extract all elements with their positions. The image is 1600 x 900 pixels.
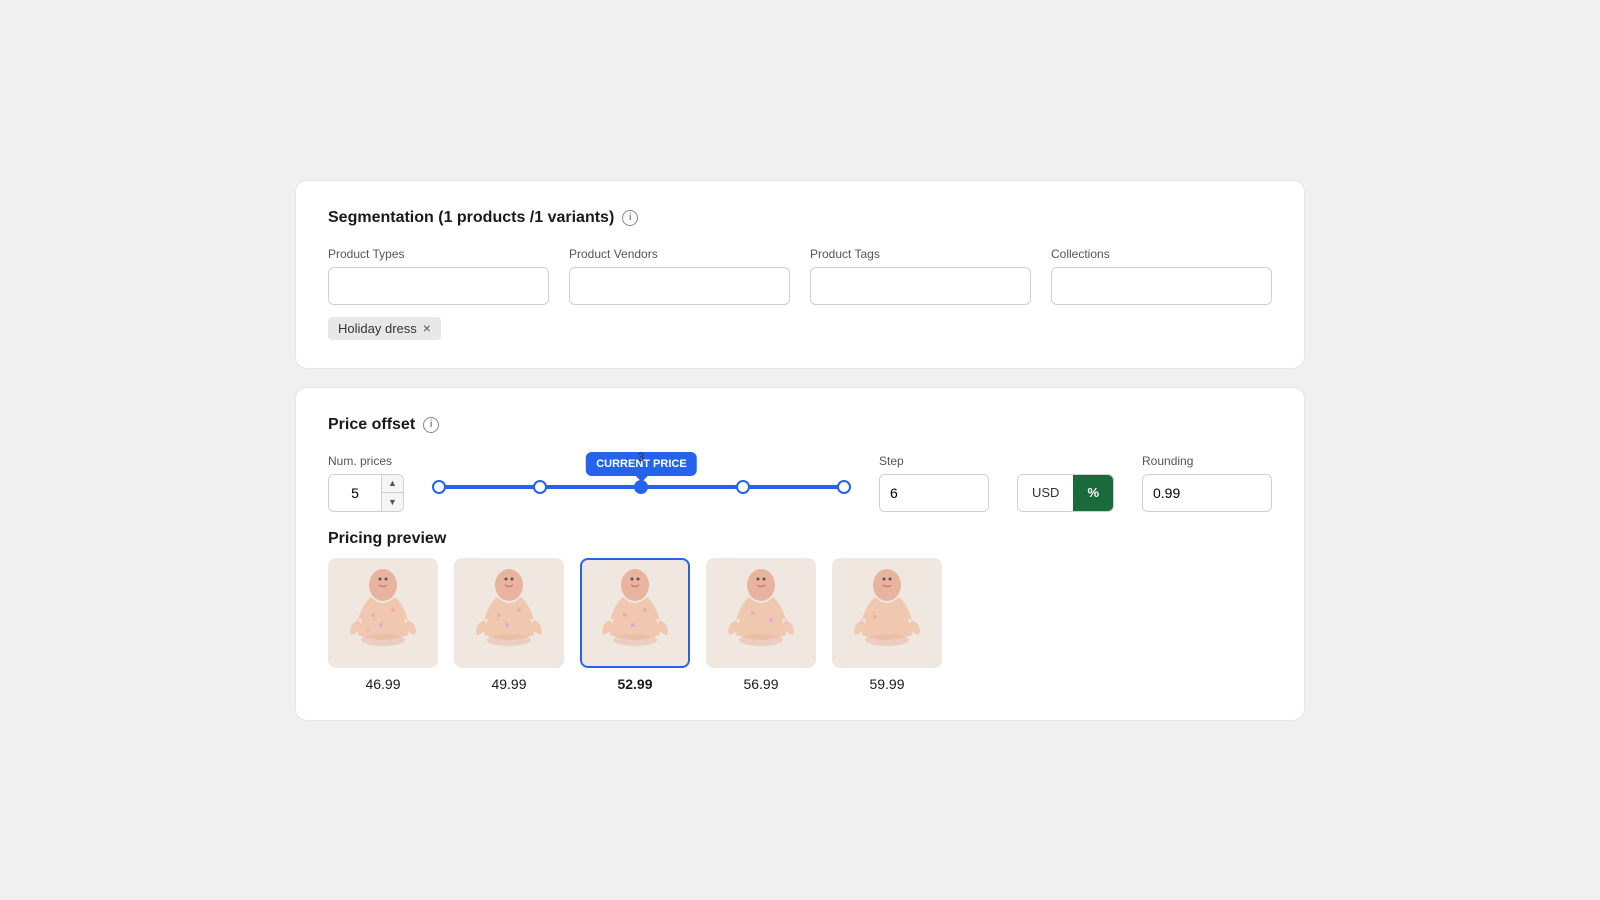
price-offset-content: Num. prices ▲ ▼ [328, 454, 1272, 692]
product-types-input[interactable] [328, 267, 549, 305]
product-types-group: Product Types [328, 247, 549, 305]
main-container: Segmentation (1 products /1 variants) i … [295, 180, 1305, 721]
step-label: Step [879, 454, 989, 468]
usd-button[interactable]: USD [1018, 475, 1073, 511]
product-types-label: Product Types [328, 247, 549, 261]
slider-dot-1[interactable] [432, 480, 446, 494]
tag-label: Holiday dress [338, 321, 417, 336]
preview-cards: 46.99 [328, 558, 1272, 692]
slider-dots: CURRENT PRICE [432, 480, 851, 494]
rounding-input[interactable] [1142, 474, 1272, 512]
num-prices-up-button[interactable]: ▲ [382, 475, 403, 494]
num-prices-group: Num. prices ▲ ▼ [328, 454, 404, 512]
preview-price-5: 59.99 [869, 676, 904, 692]
currency-toggle-group: . USD % [1017, 454, 1114, 512]
preview-price-2: 49.99 [491, 676, 526, 692]
preview-card-1: 46.99 [328, 558, 438, 692]
preview-price-4: 56.99 [743, 676, 778, 692]
rounding-label: Rounding [1142, 454, 1272, 468]
preview-card-3: 52.99 [580, 558, 690, 692]
segmentation-fields-row: Product Types Product Vendors Product Ta… [328, 247, 1272, 305]
price-controls-row: Num. prices ▲ ▼ [328, 454, 1272, 512]
slider-dot-3[interactable]: CURRENT PRICE [634, 480, 648, 494]
step-value-input[interactable] [880, 475, 989, 511]
segmentation-card: Segmentation (1 products /1 variants) i … [295, 180, 1305, 369]
pct-button[interactable]: % [1073, 475, 1113, 511]
preview-img-3[interactable] [580, 558, 690, 668]
num-prices-down-button[interactable]: ▼ [382, 493, 403, 511]
product-tags-group: Product Tags [810, 247, 1031, 305]
slider-track: CURRENT PRICE [432, 485, 851, 489]
preview-card-2: 49.99 [454, 558, 564, 692]
preview-img-5[interactable] [832, 558, 942, 668]
num-prices-stepper-buttons: ▲ ▼ [381, 475, 403, 511]
rounding-group: Rounding [1142, 454, 1272, 512]
slider-dot-5[interactable] [837, 480, 851, 494]
holiday-dress-tag: Holiday dress × [328, 317, 441, 340]
slider-group: CURRENT PRICE 3 [432, 468, 851, 512]
num-prices-label: Num. prices [328, 454, 404, 468]
usd-pct-toggle: USD % [1017, 474, 1114, 512]
preview-img-4[interactable] [706, 558, 816, 668]
price-offset-title-text: Price offset [328, 416, 415, 434]
preview-price-1: 46.99 [365, 676, 400, 692]
slider-dot-4[interactable] [736, 480, 750, 494]
segmentation-info-icon[interactable]: i [622, 210, 638, 226]
preview-card-5: 59.99 [832, 558, 942, 692]
product-tags-input[interactable] [810, 267, 1031, 305]
step-group: Step ▲ ▼ [879, 454, 989, 512]
tag-close-button[interactable]: × [423, 321, 431, 335]
pricing-preview-section: Pricing preview [328, 530, 1272, 692]
step-input-wrap: ▲ ▼ [879, 474, 989, 512]
slider-dot-2[interactable] [533, 480, 547, 494]
tags-row: Holiday dress × [328, 317, 1272, 340]
preview-img-1[interactable] [328, 558, 438, 668]
product-tags-label: Product Tags [810, 247, 1031, 261]
segmentation-title-text: Segmentation (1 products /1 variants) [328, 209, 614, 227]
product-vendors-input[interactable] [569, 267, 790, 305]
slider-track-wrap: CURRENT PRICE [432, 468, 851, 506]
preview-price-3: 52.99 [617, 676, 652, 692]
collections-group: Collections [1051, 247, 1272, 305]
preview-img-2[interactable] [454, 558, 564, 668]
price-offset-title: Price offset i [328, 416, 1272, 434]
segmentation-title: Segmentation (1 products /1 variants) i [328, 209, 1272, 227]
collections-input[interactable] [1051, 267, 1272, 305]
slider-position-label: 3 [637, 450, 644, 464]
num-prices-stepper: ▲ ▼ [328, 474, 404, 512]
collections-label: Collections [1051, 247, 1272, 261]
product-vendors-label: Product Vendors [569, 247, 790, 261]
price-offset-info-icon[interactable]: i [423, 417, 439, 433]
num-prices-value[interactable] [329, 475, 381, 511]
product-vendors-group: Product Vendors [569, 247, 790, 305]
price-offset-card: Price offset i Num. prices ▲ ▼ [295, 387, 1305, 721]
preview-card-4: 56.99 [706, 558, 816, 692]
pricing-preview-title: Pricing preview [328, 530, 1272, 548]
